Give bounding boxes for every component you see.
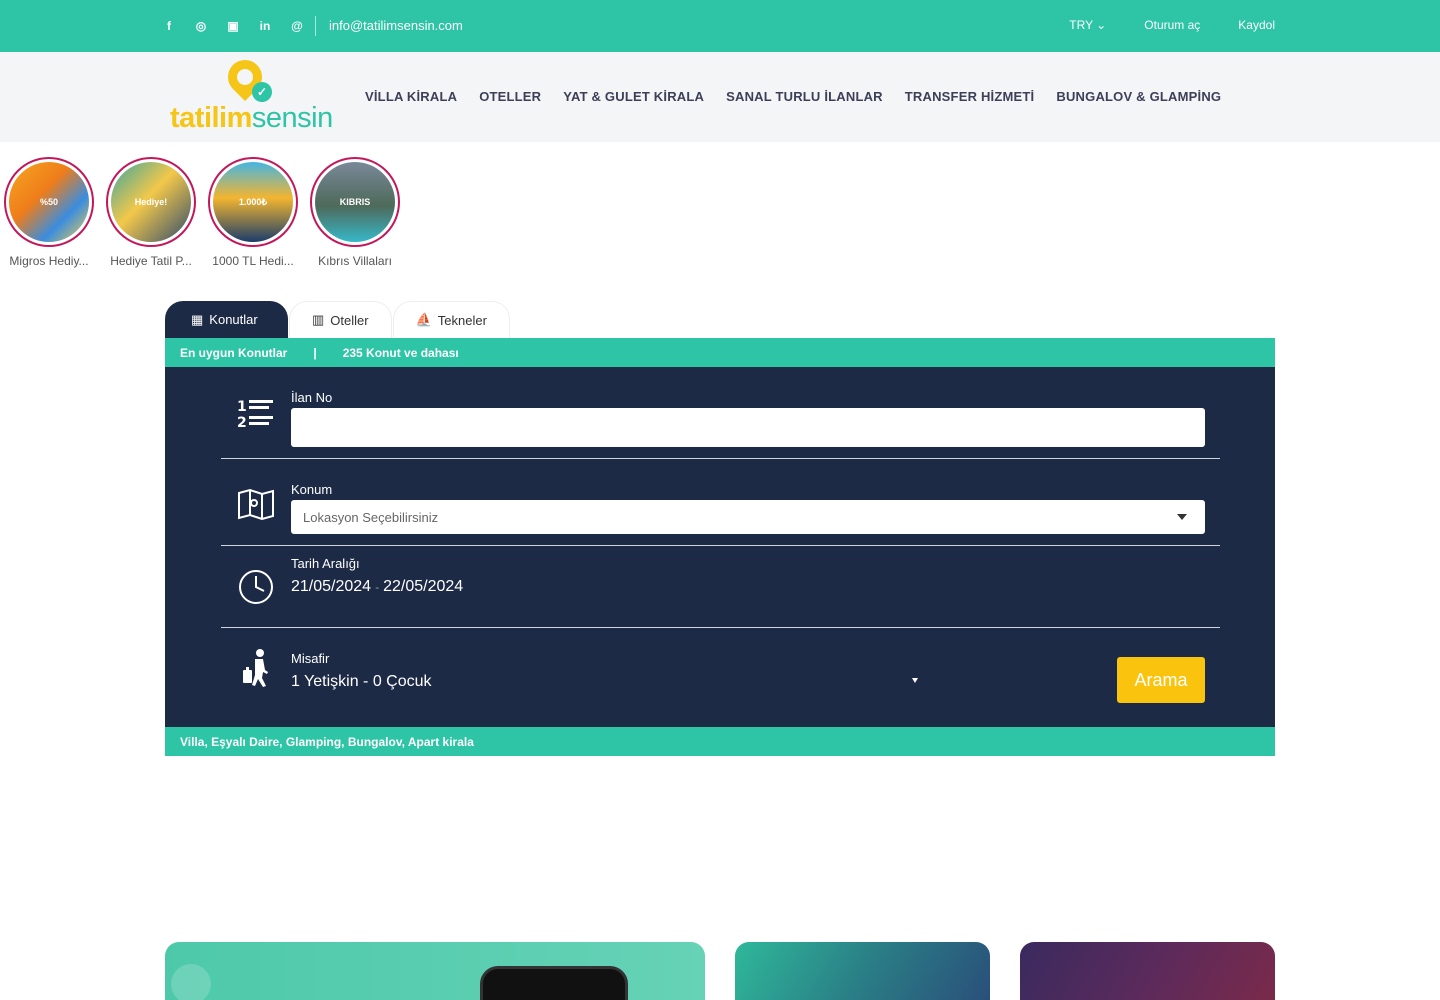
nav-villa-rent[interactable]: VİLLA KİRALA (365, 89, 457, 104)
nav-yacht-rent[interactable]: YAT & GULET KİRALA (563, 89, 704, 104)
story-ring: Hediye! (106, 157, 196, 247)
categories-strip: Villa, Eşyalı Daire, Glamping, Bungalov,… (165, 727, 1275, 756)
chevron-down-icon: ⌄ (1096, 18, 1107, 32)
location-placeholder: Lokasyon Seçebilirsiniz (303, 509, 439, 525)
account-links: TRY ⌄ Oturum aç Kaydol (1069, 18, 1275, 32)
register-link[interactable]: Kaydol (1238, 18, 1275, 32)
top-bar: f ◎ ▣ in @ info@tatilimsensin.com TRY ⌄ … (0, 0, 1440, 52)
nav-virtual-tour[interactable]: SANAL TURLU İLANLAR (726, 89, 883, 104)
header: ✓ tatilimsensin VİLLA KİRALA OTELLER YAT… (0, 52, 1440, 142)
date-separator: - (375, 580, 380, 594)
date-range-label: Tarih Aralığı (291, 556, 360, 571)
clock-icon (236, 567, 276, 607)
story-label: Migros Hediy... (9, 254, 89, 268)
logo-text-secondary: sensin (251, 102, 333, 134)
guests-select[interactable]: 1 Yetişkin - 0 Çocuk (291, 673, 432, 691)
story-item[interactable]: %50 Migros Hediy... (4, 157, 94, 268)
tab-residences[interactable]: ▦ Konutlar (165, 301, 288, 338)
logo-text-primary: tatilim (170, 102, 252, 134)
caret-down-icon (1177, 514, 1187, 520)
info-strip: En uygun Konutlar | 235 Konut ve dahası (165, 338, 1275, 367)
search-button[interactable]: Arama (1117, 657, 1205, 703)
search-tabs: ▦ Konutlar ▥ Oteller ⛵ Tekneler (165, 301, 510, 338)
linkedin-icon[interactable]: in (256, 16, 274, 36)
site-logo[interactable]: ✓ tatilimsensin (170, 52, 335, 135)
location-select[interactable]: Lokasyon Seçebilirsiniz (291, 500, 1205, 534)
logo-text: tatilimsensin (170, 102, 333, 135)
start-date: 21/05/2024 (291, 578, 372, 595)
story-label: Hediye Tatil P... (110, 254, 192, 268)
strip-count: 235 Konut ve dahası (342, 345, 459, 360)
story-label: 1000 TL Hedi... (212, 254, 294, 268)
main-nav: VİLLA KİRALA OTELLER YAT & GULET KİRALA … (365, 89, 1221, 104)
instagram-icon[interactable]: ◎ (192, 16, 210, 36)
divider (315, 16, 316, 36)
youtube-icon[interactable]: ▣ (224, 16, 242, 36)
stories-row: %50 Migros Hediy... Hediye! Hediye Tatil… (4, 157, 400, 268)
nav-transfer[interactable]: TRANSFER HİZMETİ (905, 89, 1035, 104)
tab-hotels[interactable]: ▥ Oteller (289, 301, 392, 338)
story-image: 1.000₺ (213, 162, 293, 242)
nav-hotels[interactable]: OTELLER (479, 89, 541, 104)
strip-divider: | (313, 345, 317, 360)
currency-select[interactable]: TRY ⌄ (1069, 18, 1106, 32)
tab-label: Konutlar (209, 312, 258, 327)
date-range-row[interactable]: Tarih Aralığı 21/05/2024-22/05/2024 (221, 546, 1220, 628)
building-icon: ▦ (191, 311, 204, 327)
story-item[interactable]: KIBRIS Kıbrıs Villaları (310, 157, 400, 268)
story-image: Hediye! (111, 162, 191, 242)
email-icon[interactable]: @ (288, 16, 306, 36)
tab-label: Tekneler (437, 312, 487, 328)
listing-number-row: 1 2 İlan No (221, 367, 1220, 459)
login-link[interactable]: Oturum aç (1144, 18, 1200, 32)
guests-label: Misafir (291, 651, 330, 666)
svg-text:1: 1 (237, 399, 247, 415)
promo-card[interactable] (165, 942, 705, 1000)
story-item[interactable]: Hediye! Hediye Tatil P... (106, 157, 196, 268)
story-ring: 1.000₺ (208, 157, 298, 247)
map-icon (236, 484, 276, 524)
facebook-icon[interactable]: f (160, 16, 178, 36)
nav-bungalow[interactable]: BUNGALOV & GLAMPİNG (1056, 89, 1221, 104)
numbered-list-icon: 1 2 (236, 393, 276, 433)
sailboat-icon: ⛵ (415, 312, 432, 327)
tab-label: Oteller (330, 312, 369, 328)
check-icon: ✓ (252, 82, 272, 102)
story-label: Kıbrıs Villaları (318, 254, 392, 268)
social-links: f ◎ ▣ in @ (160, 16, 306, 36)
search-icon (171, 964, 211, 1000)
contact-email[interactable]: info@tatilimsensin.com (329, 18, 463, 33)
story-ring: KIBRIS (310, 157, 400, 247)
phone-image (480, 966, 628, 1000)
end-date: 22/05/2024 (383, 578, 464, 595)
traveler-icon (236, 648, 276, 688)
promo-card[interactable] (735, 942, 990, 1000)
guests-row: Misafir 1 Yetişkin - 0 Çocuk Arama (221, 628, 1220, 727)
location-label: Konum (291, 482, 333, 497)
listing-number-input[interactable] (291, 408, 1205, 447)
story-ring: %50 (4, 157, 94, 247)
date-range-value[interactable]: 21/05/2024-22/05/2024 (291, 578, 463, 596)
strip-title: En uygun Konutlar (180, 345, 288, 360)
listing-number-label: İlan No (291, 390, 333, 405)
caret-down-icon[interactable] (912, 678, 918, 683)
hotel-icon: ▥ (312, 312, 325, 327)
search-panel: 1 2 İlan No Konum Lokasyon Seçebilirsini… (165, 367, 1275, 727)
promo-card[interactable] (1020, 942, 1275, 1000)
story-item[interactable]: 1.000₺ 1000 TL Hedi... (208, 157, 298, 268)
location-row: Konum Lokasyon Seçebilirsiniz (221, 459, 1220, 546)
story-image: %50 (9, 162, 89, 242)
tab-boats[interactable]: ⛵ Tekneler (392, 301, 510, 338)
svg-text:2: 2 (237, 415, 247, 430)
currency-label: TRY (1069, 18, 1093, 32)
story-image: KIBRIS (315, 162, 395, 242)
